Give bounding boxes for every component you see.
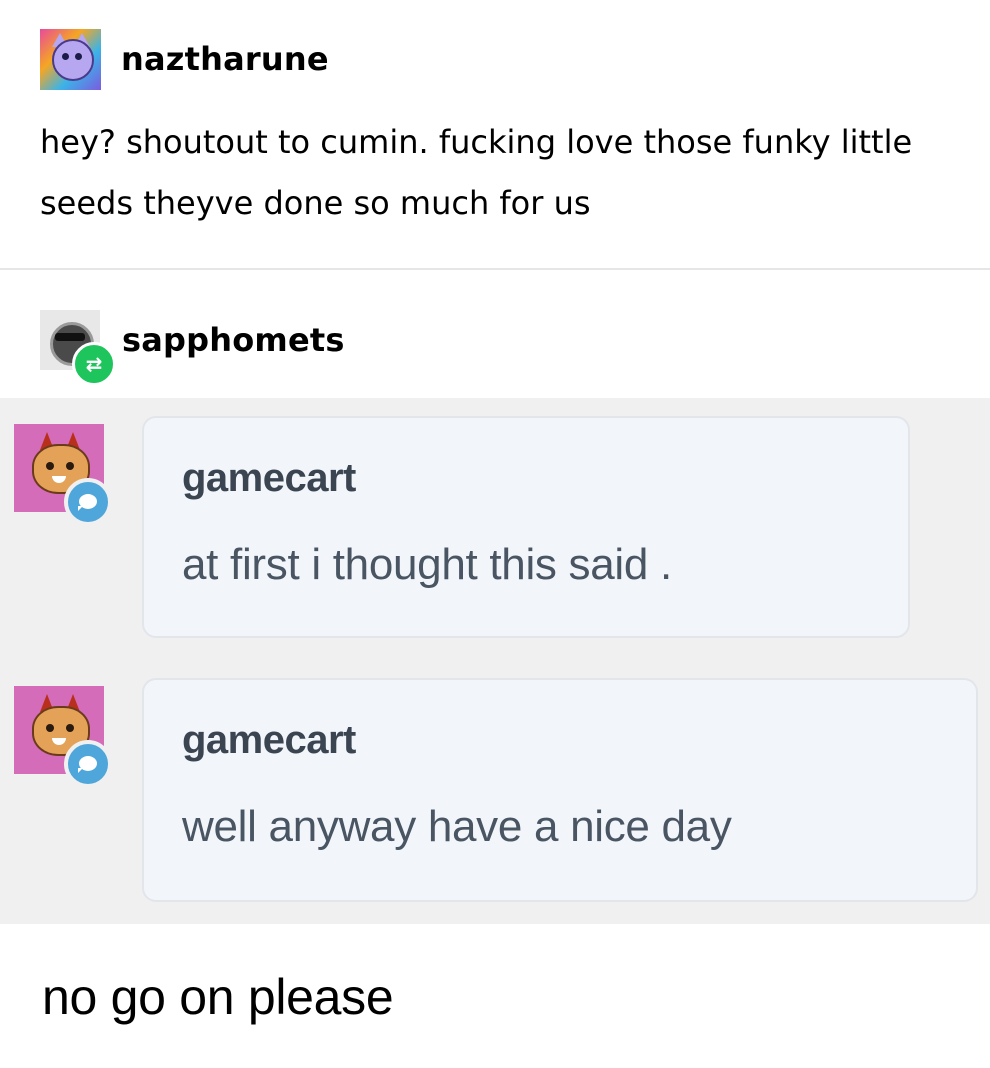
original-poster-username[interactable]: naztharune bbox=[121, 40, 329, 78]
comment-card: gamecart well anyway have a nice day bbox=[142, 678, 978, 902]
reply-bubble-icon bbox=[64, 478, 112, 526]
comment-item: gamecart at first i thought this said . bbox=[0, 398, 990, 658]
comment-item: gamecart well anyway have a nice day bbox=[0, 660, 990, 924]
sunglasses-avatar-icon[interactable]: ⇄ bbox=[40, 310, 116, 386]
reply-bubble-icon bbox=[64, 740, 112, 788]
bubble-tail bbox=[78, 506, 83, 511]
avatar-eye bbox=[66, 724, 74, 732]
sunglasses-icon bbox=[55, 333, 85, 341]
comment-text: well anyway have a nice day bbox=[182, 802, 732, 851]
post-divider bbox=[0, 268, 990, 270]
avatar-face bbox=[52, 38, 94, 81]
original-post-text: hey? shoutout to cumin. fucking love tho… bbox=[40, 123, 913, 222]
avatar-eye bbox=[46, 724, 54, 732]
comments-panel: gamecart at first i thought this said . … bbox=[0, 398, 990, 924]
avatar-eye bbox=[75, 52, 82, 60]
reblog-header: ⇄ sapphomets bbox=[40, 310, 345, 386]
avatar-eye bbox=[66, 462, 74, 470]
original-post-header: naztharune bbox=[40, 28, 329, 90]
bubble-tail bbox=[78, 768, 83, 773]
comment-text: at first i thought this said . bbox=[182, 540, 672, 589]
comment-username[interactable]: gamecart bbox=[182, 718, 356, 763]
avatar-eye bbox=[46, 462, 54, 470]
avatar-eye bbox=[62, 52, 69, 60]
comment-card: gamecart at first i thought this said . bbox=[142, 416, 910, 638]
reblog-icon: ⇄ bbox=[72, 342, 116, 386]
cat-avatar-icon[interactable] bbox=[40, 28, 101, 90]
reblogger-username[interactable]: sapphomets bbox=[122, 321, 345, 359]
comment-username[interactable]: gamecart bbox=[182, 456, 356, 501]
caption-text: no go on please bbox=[42, 969, 394, 1025]
